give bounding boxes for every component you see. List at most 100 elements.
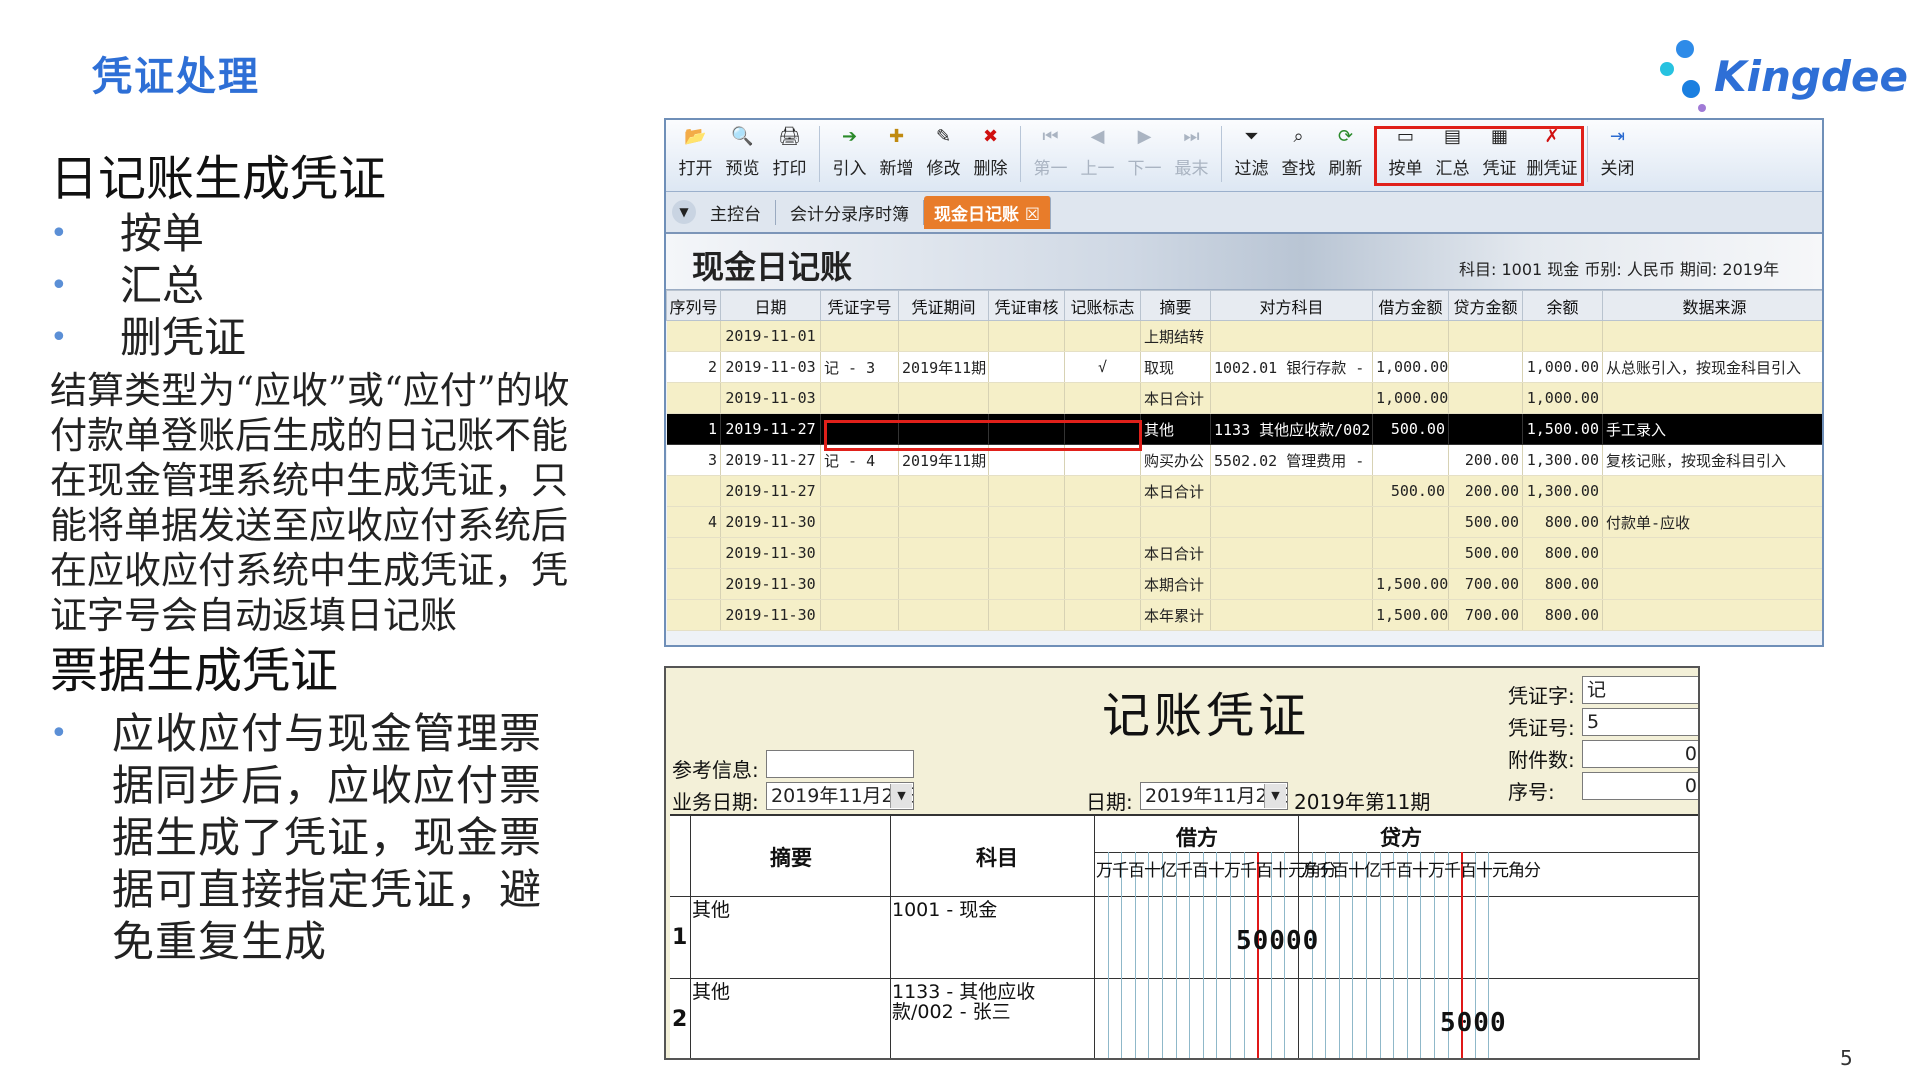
table-cell[interactable]	[988, 537, 1065, 569]
print-button[interactable]: 🖨 打印	[766, 126, 813, 179]
business-date-picker[interactable]: 2019年11月27日 ▼	[766, 782, 914, 810]
table-cell[interactable]: 2019-11-27	[720, 444, 821, 476]
table-cell[interactable]	[898, 537, 989, 569]
table-cell[interactable]: 取现	[1140, 351, 1211, 383]
table-cell[interactable]: 2019-11-03	[720, 382, 821, 414]
table-cell[interactable]: 2019-11-01	[720, 320, 821, 352]
table-cell[interactable]	[1210, 506, 1373, 538]
table-cell[interactable]	[1372, 444, 1449, 476]
close-icon[interactable]: ☒	[1025, 205, 1040, 225]
table-cell[interactable]: 记 - 3	[820, 351, 899, 383]
table-cell[interactable]: 复核记账，按现金科目引入	[1602, 444, 1822, 476]
table-cell[interactable]	[666, 320, 721, 352]
sequence-field[interactable]: 0	[1582, 772, 1698, 800]
table-cell[interactable]	[1372, 320, 1449, 352]
table-cell[interactable]	[1210, 320, 1373, 352]
table-cell[interactable]	[1064, 537, 1141, 569]
table-cell[interactable]: 2019-11-30	[720, 537, 821, 569]
table-cell[interactable]	[1448, 382, 1523, 414]
table-cell[interactable]	[1602, 475, 1822, 507]
column-header[interactable]: 借方金额	[1372, 290, 1449, 321]
table-cell[interactable]	[898, 320, 989, 352]
table-cell[interactable]: 700.00	[1448, 599, 1523, 631]
next-button[interactable]: ▶ 下一	[1121, 126, 1168, 179]
table-cell[interactable]	[988, 320, 1065, 352]
table-cell[interactable]	[1064, 506, 1141, 538]
table-cell[interactable]	[666, 537, 721, 569]
table-cell[interactable]: 1,300.00	[1522, 444, 1603, 476]
date-picker[interactable]: 2019年11月27日 ▼	[1140, 782, 1288, 810]
line-account[interactable]: 1001 - 现金	[892, 900, 1092, 920]
table-cell[interactable]: 500.00	[1372, 475, 1449, 507]
edit-button[interactable]: ✎ 修改	[920, 126, 967, 179]
table-cell[interactable]: 1,000.00	[1372, 351, 1449, 383]
filter-button[interactable]: ⏷ 过滤	[1228, 126, 1275, 179]
table-cell[interactable]: 本日合计	[1140, 382, 1211, 414]
table-cell[interactable]: 从总账引入，按现金科目引入	[1602, 351, 1822, 383]
table-cell[interactable]	[898, 475, 989, 507]
table-cell[interactable]: 2019-11-27	[720, 475, 821, 507]
table-cell[interactable]: 2019-11-30	[720, 568, 821, 600]
table-cell[interactable]: 1,000.00	[1522, 382, 1603, 414]
open-button[interactable]: 📂 打开	[672, 126, 719, 179]
table-cell[interactable]	[898, 506, 989, 538]
table-cell[interactable]: 2019-11-27	[720, 413, 821, 445]
table-cell[interactable]	[1140, 506, 1211, 538]
table-cell[interactable]: 1002.01 银行存款 -	[1210, 351, 1373, 383]
column-header[interactable]: 日期	[720, 290, 821, 321]
table-cell[interactable]: 1,500.00	[1372, 568, 1449, 600]
table-cell[interactable]: 2019-11-30	[720, 599, 821, 631]
line-credit-amount[interactable]: 5000	[1440, 1008, 1507, 1038]
table-row[interactable]: 2019-11-01 上期结转	[666, 320, 1822, 352]
first-button[interactable]: ⏮ 第一	[1027, 126, 1074, 179]
table-cell[interactable]: 1,000.00	[1372, 382, 1449, 414]
table-row[interactable]: 2019-11-30 本日合计 500.00 800.00	[666, 537, 1822, 569]
table-cell[interactable]	[1372, 537, 1449, 569]
table-cell[interactable]: 1,500.00	[1522, 413, 1603, 445]
table-cell[interactable]: 手工录入	[1602, 413, 1822, 445]
tab-main-console[interactable]: 主控台	[696, 199, 776, 225]
preview-button[interactable]: 🔍 预览	[719, 126, 766, 179]
table-cell[interactable]	[666, 568, 721, 600]
table-cell[interactable]: 2019年11期	[898, 351, 989, 383]
table-cell[interactable]: 本年累计	[1140, 599, 1211, 631]
table-cell[interactable]	[988, 382, 1065, 414]
delete-button[interactable]: ✖ 删除	[967, 126, 1014, 179]
table-cell[interactable]	[1210, 599, 1373, 631]
table-cell[interactable]: 2019-11-30	[720, 506, 821, 538]
column-header[interactable]: 凭证字号	[820, 290, 899, 321]
table-cell[interactable]: 1,300.00	[1522, 475, 1603, 507]
table-row[interactable]: 2 2019-11-03 记 - 3 2019年11期 √ 取现 1002.01 银行存款 …	[666, 351, 1822, 383]
table-cell[interactable]: 2	[666, 351, 721, 383]
last-button[interactable]: ⏭ 最末	[1168, 126, 1215, 179]
table-cell[interactable]	[1602, 382, 1822, 414]
column-header[interactable]: 数据来源	[1602, 290, 1822, 321]
table-cell[interactable]	[1210, 475, 1373, 507]
table-cell[interactable]	[1210, 382, 1373, 414]
table-cell[interactable]	[898, 599, 989, 631]
tab-entry-journal[interactable]: 会计分录序时簿	[776, 199, 924, 225]
column-header[interactable]: 序列号	[666, 290, 721, 321]
table-cell[interactable]	[1602, 537, 1822, 569]
line-account[interactable]: 1133 - 其他应收款/002 - 张三	[892, 982, 1088, 1022]
voucher-no-field[interactable]: 5	[1582, 708, 1698, 736]
close-button[interactable]: ⇥ 关闭	[1594, 126, 1641, 179]
attachments-field[interactable]: 0	[1582, 740, 1698, 768]
table-cell[interactable]: 5502.02 管理费用 -	[1210, 444, 1373, 476]
find-button[interactable]: ⌕ 查找	[1275, 126, 1322, 179]
table-cell[interactable]	[1210, 537, 1373, 569]
table-row[interactable]: 2019-11-30 本年累计 1,500.00 700.00 800.00	[666, 599, 1822, 631]
table-cell[interactable]	[666, 382, 721, 414]
table-cell[interactable]: 200.00	[1448, 475, 1523, 507]
table-row[interactable]: 2019-11-03 本日合计 1,000.00 1,000.00	[666, 382, 1822, 414]
table-cell[interactable]	[1602, 599, 1822, 631]
table-cell[interactable]	[820, 506, 899, 538]
table-cell[interactable]: 200.00	[1448, 444, 1523, 476]
column-header[interactable]: 凭证期间	[898, 290, 989, 321]
table-cell[interactable]	[988, 351, 1065, 383]
table-cell[interactable]: 其他	[1140, 413, 1211, 445]
table-row[interactable]: 2019-11-30 本期合计 1,500.00 700.00 800.00	[666, 568, 1822, 600]
table-cell[interactable]	[1064, 599, 1141, 631]
table-cell[interactable]	[988, 506, 1065, 538]
table-cell[interactable]	[820, 382, 899, 414]
